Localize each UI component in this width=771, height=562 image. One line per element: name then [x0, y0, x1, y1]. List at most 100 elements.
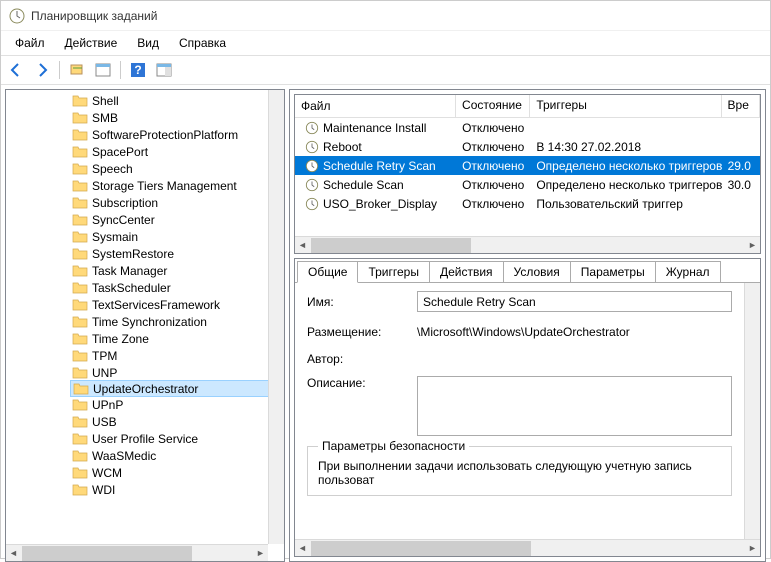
scroll-left-icon[interactable]: ◄ [295, 541, 310, 556]
tab-conditions[interactable]: Условия [503, 261, 571, 282]
tab-actions[interactable]: Действия [429, 261, 504, 282]
tree-item[interactable]: UPnP [70, 396, 284, 413]
help-button[interactable]: ? [127, 59, 149, 81]
task-trigger: Определено несколько триггеров [530, 158, 721, 174]
tree-item-label: SyncCenter [92, 213, 155, 227]
scrollbar-vertical[interactable] [268, 90, 284, 544]
tree-item-label: TPM [92, 349, 117, 363]
scrollbar-horizontal[interactable]: ◄ ► [295, 236, 760, 253]
tree-item-label: Time Synchronization [92, 315, 207, 329]
scroll-thumb[interactable] [311, 541, 531, 556]
tree-item[interactable]: UpdateOrchestrator [70, 380, 284, 397]
tab-bar: Общие Триггеры Действия Условия Параметр… [295, 259, 760, 283]
help-icon: ? [130, 62, 146, 78]
task-trigger: Пользовательский триггер [530, 196, 721, 212]
refresh-button[interactable] [66, 59, 88, 81]
tree-item[interactable]: Subscription [70, 194, 284, 211]
task-header: Файл Состояние Триггеры Вре [295, 95, 760, 118]
detail-body: Имя: Schedule Retry Scan Размещение: \Mi… [295, 283, 744, 539]
tree-item[interactable]: TaskScheduler [70, 279, 284, 296]
scrollbar-horizontal[interactable]: ◄ ► [295, 539, 760, 556]
tree-item[interactable]: Speech [70, 160, 284, 177]
task-name: Maintenance Install [323, 121, 426, 135]
toolbar: ? [1, 55, 770, 85]
col-state[interactable]: Состояние [456, 95, 530, 117]
task-row[interactable]: RebootОтключеноВ 14:30 27.02.2018 [295, 137, 760, 156]
tree-item[interactable]: SyncCenter [70, 211, 284, 228]
task-row[interactable]: USO_Broker_DisplayОтключеноПользовательс… [295, 194, 760, 213]
tree-item[interactable]: WDI [70, 481, 284, 498]
location-value: \Microsoft\Windows\UpdateOrchestrator [417, 322, 732, 342]
main-area: Shell SMBSoftwareProtectionPlatformSpaceP… [1, 85, 770, 558]
tree-item[interactable]: Time Synchronization [70, 313, 284, 330]
task-row[interactable]: Schedule Retry ScanОтключеноОпределено н… [295, 156, 760, 175]
task-name: Reboot [323, 140, 362, 154]
col-triggers[interactable]: Триггеры [530, 95, 721, 117]
task-trigger [530, 127, 721, 129]
tree-item[interactable]: UNP [70, 364, 284, 381]
separator [59, 61, 60, 79]
tree-item[interactable]: Shell [70, 92, 284, 109]
name-field[interactable]: Schedule Retry Scan [417, 291, 732, 312]
tree-item[interactable]: Sysmain [70, 228, 284, 245]
scroll-thumb[interactable] [311, 238, 471, 253]
svg-text:?: ? [134, 63, 141, 77]
col-file[interactable]: Файл [295, 95, 456, 117]
name-label: Имя: [307, 295, 417, 309]
scroll-left-icon[interactable]: ◄ [295, 238, 310, 253]
tree-item-label: SystemRestore [92, 247, 174, 261]
view-button[interactable] [92, 59, 114, 81]
tree-item[interactable]: SystemRestore [70, 245, 284, 262]
tree-item-label: USB [92, 415, 117, 429]
task-next [722, 146, 760, 148]
tree-item-label: TextServicesFramework [92, 298, 220, 312]
tab-history[interactable]: Журнал [655, 261, 721, 282]
task-row[interactable]: Schedule ScanОтключеноОпределено несколь… [295, 175, 760, 194]
scroll-right-icon[interactable]: ► [745, 238, 760, 253]
task-trigger: В 14:30 27.02.2018 [530, 139, 721, 155]
tab-settings[interactable]: Параметры [570, 261, 656, 282]
tree-item[interactable]: Task Manager [70, 262, 284, 279]
back-button[interactable] [5, 59, 27, 81]
tree-item-label: UPnP [92, 398, 123, 412]
right-pane: Файл Состояние Триггеры Вре Maintenance … [289, 89, 766, 562]
menu-file[interactable]: Файл [5, 33, 55, 53]
tree-item-label: UpdateOrchestrator [93, 382, 198, 396]
author-label: Автор: [307, 352, 417, 366]
tab-general[interactable]: Общие [297, 261, 358, 283]
title-bar: Планировщик заданий [1, 1, 770, 31]
tree-item[interactable]: Time Zone [70, 330, 284, 347]
detail-pane: Общие Триггеры Действия Условия Параметр… [294, 258, 761, 557]
menu-help[interactable]: Справка [169, 33, 236, 53]
tree-item[interactable]: WCM [70, 464, 284, 481]
tree-item[interactable]: Storage Tiers Management [70, 177, 284, 194]
tree-item[interactable]: SoftwareProtectionPlatform [70, 126, 284, 143]
arrow-right-icon [34, 62, 50, 78]
description-field[interactable] [417, 376, 732, 436]
forward-button[interactable] [31, 59, 53, 81]
scroll-right-icon[interactable]: ► [745, 541, 760, 556]
scrollbar-horizontal[interactable]: ◄ ► [6, 544, 268, 561]
tab-triggers[interactable]: Триггеры [357, 261, 430, 282]
tree-item[interactable]: TextServicesFramework [70, 296, 284, 313]
location-label: Размещение: [307, 325, 417, 339]
tree-item[interactable]: User Profile Service [70, 430, 284, 447]
scroll-left-icon[interactable]: ◄ [6, 546, 21, 561]
panel-icon [95, 62, 111, 78]
menu-action[interactable]: Действие [55, 33, 128, 53]
tree-item[interactable]: WaaSMedic [70, 447, 284, 464]
menu-view[interactable]: Вид [127, 33, 169, 53]
tree-item[interactable]: USB [70, 413, 284, 430]
scroll-right-icon[interactable]: ► [253, 546, 268, 561]
window-title: Планировщик заданий [31, 9, 157, 23]
tree-item[interactable]: TPM [70, 347, 284, 364]
col-next[interactable]: Вре [722, 95, 760, 117]
panel2-button[interactable] [153, 59, 175, 81]
scrollbar-vertical[interactable] [744, 283, 760, 539]
tree-item[interactable]: SMB [70, 109, 284, 126]
tree-pane: Shell SMBSoftwareProtectionPlatformSpaceP… [5, 89, 285, 562]
task-row[interactable]: Maintenance InstallОтключено [295, 118, 760, 137]
tree-item-label: Storage Tiers Management [92, 179, 237, 193]
tree-item[interactable]: SpacePort [70, 143, 284, 160]
tree-item-label: SMB [92, 111, 118, 125]
